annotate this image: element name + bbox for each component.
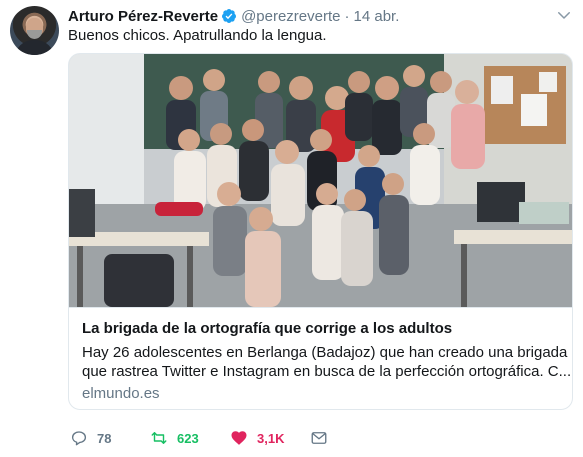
card-body[interactable]: La brigada de la ortografía que corrige … [69, 307, 572, 409]
verified-badge-icon [222, 9, 237, 23]
separator-dot: · [344, 7, 350, 25]
heart-icon [231, 431, 247, 445]
retweet-button[interactable]: 623 [150, 427, 199, 449]
chevron-down-icon[interactable] [555, 6, 573, 24]
tweet-actions: 78 623 3,1K [68, 427, 568, 449]
tweet-date[interactable]: 14 abr. [354, 8, 400, 25]
reply-icon [71, 431, 87, 446]
card-description-line: que rastrea Twitter e Instagram en busca… [82, 363, 572, 380]
like-button[interactable]: 3,1K [230, 427, 284, 449]
card-title[interactable]: La brigada de la ortografía que corrige … [82, 320, 452, 337]
reply-button[interactable]: 78 [70, 427, 111, 449]
reply-count: 78 [97, 430, 112, 446]
retweet-count: 623 [177, 430, 199, 446]
card-description-line: Hay 26 adolescentes en Berlanga (Badajoz… [82, 344, 568, 361]
link-card[interactable]: La brigada de la ortografía que corrige … [68, 53, 573, 410]
direct-message-button[interactable] [310, 427, 328, 449]
avatar-beard [27, 30, 42, 39]
tweet-text: Buenos chicos. Apatrullando la lengua. [68, 27, 327, 44]
like-count: 3,1K [257, 430, 285, 446]
tweet-header: Arturo Pérez-Reverte @perezreverte · 14 … [68, 6, 399, 26]
tweet[interactable]: Arturo Pérez-Reverte @perezreverte · 14 … [0, 0, 583, 457]
card-image [69, 54, 572, 307]
retweet-icon [151, 432, 167, 444]
author-name[interactable]: Arturo Pérez-Reverte [68, 8, 218, 25]
avatar-body [15, 40, 54, 55]
card-description: Hay 26 adolescentes en Berlanga (Badajoz… [82, 343, 572, 381]
envelope-icon [311, 432, 327, 444]
card-domain[interactable]: elmundo.es [82, 385, 160, 402]
author-handle[interactable]: @perezreverte [241, 8, 340, 25]
avatar[interactable] [10, 6, 59, 55]
